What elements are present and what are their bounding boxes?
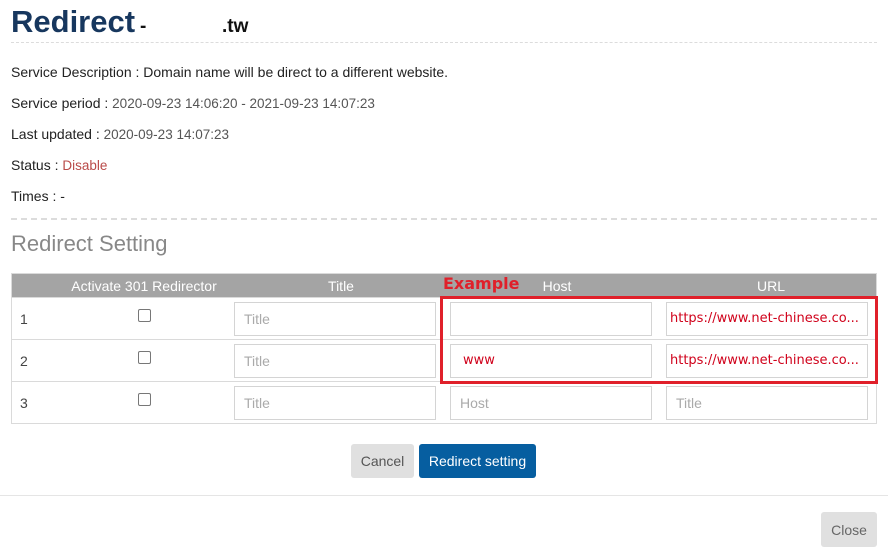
times: Times : - bbox=[11, 188, 65, 204]
cancel-button[interactable]: Cancel bbox=[351, 444, 414, 478]
host-input[interactable]: Host bbox=[450, 385, 652, 420]
period-value: 2020-09-23 14:06:20 - 2021-09-23 14:07:2… bbox=[112, 96, 375, 111]
title-input[interactable]: Title bbox=[234, 301, 436, 336]
header-no bbox=[12, 274, 56, 297]
header-title: Title bbox=[328, 277, 354, 294]
title-input[interactable]: Title bbox=[234, 385, 436, 420]
updated-label: Last updated : bbox=[11, 126, 104, 142]
row-number: 3 bbox=[20, 394, 28, 411]
status-label: Status : bbox=[11, 157, 63, 173]
activate-checkbox[interactable] bbox=[137, 309, 151, 322]
page-title: Redirect bbox=[11, 4, 136, 39]
footer-divider bbox=[0, 495, 888, 496]
page-header: Redirect - .tw bbox=[11, 4, 877, 42]
activate-checkbox[interactable] bbox=[137, 393, 151, 406]
domain-dash: - bbox=[140, 16, 147, 37]
header-url: URL bbox=[756, 277, 785, 294]
description-label: Service Description : bbox=[11, 64, 144, 80]
activate-checkbox[interactable] bbox=[137, 351, 151, 364]
redirect-setting-button[interactable]: Redirect setting bbox=[419, 444, 536, 478]
close-button[interactable]: Close bbox=[821, 512, 877, 547]
period-label: Service period : bbox=[11, 95, 113, 111]
description-value: Domain name will be direct to a differen… bbox=[143, 64, 449, 80]
status-value: Disable bbox=[62, 158, 108, 173]
row-number: 2 bbox=[20, 352, 28, 369]
example-annotation-label: Example bbox=[443, 274, 520, 293]
updated-value: 2020-09-23 14:07:23 bbox=[103, 127, 229, 142]
times-label: Times : bbox=[11, 188, 61, 204]
section-title: Redirect Setting bbox=[11, 231, 168, 256]
domain-suffix: .tw bbox=[222, 16, 249, 37]
title-input[interactable]: Title bbox=[234, 343, 436, 378]
table-row: 3 Title Host Title bbox=[12, 381, 876, 423]
info-divider bbox=[11, 218, 877, 220]
url-input[interactable]: Title bbox=[666, 385, 868, 420]
header-divider bbox=[11, 42, 877, 43]
row-number: 1 bbox=[20, 310, 28, 327]
service-period: Service period : 2020-09-23 14:06:20 - 2… bbox=[11, 95, 375, 111]
example-highlight-box bbox=[440, 296, 878, 384]
last-updated: Last updated : 2020-09-23 14:07:23 bbox=[11, 126, 229, 142]
service-description: Service Description : Domain name will b… bbox=[11, 64, 448, 80]
status: Status : Disable bbox=[11, 157, 107, 173]
times-value: - bbox=[60, 188, 65, 204]
header-activate: Activate 301 Redirector bbox=[71, 277, 217, 294]
